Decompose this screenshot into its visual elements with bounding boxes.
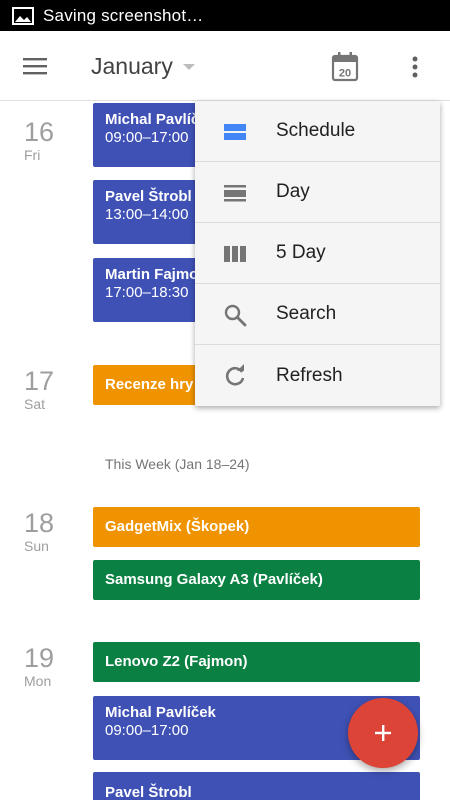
event-card[interactable]: Lenovo Z2 (Fajmon) xyxy=(93,642,420,682)
menu-item-search[interactable]: Search xyxy=(195,284,440,345)
day-label-16: 16 Fri xyxy=(24,117,54,163)
image-icon xyxy=(12,6,34,25)
day-of-week: Sat xyxy=(24,396,46,412)
add-event-button[interactable] xyxy=(348,698,418,768)
event-card[interactable]: GadgetMix (Škopek) xyxy=(93,507,420,547)
menu-item-label: Day xyxy=(276,181,310,202)
event-title: GadgetMix (Škopek) xyxy=(105,518,250,535)
day-number: 19 xyxy=(24,643,55,673)
event-title: Samsung Galaxy A3 (Pavlíček) xyxy=(105,571,323,588)
day-number: 16 xyxy=(24,117,55,147)
event-card[interactable]: Pavel Štrobl xyxy=(93,772,420,800)
day-of-week: Mon xyxy=(24,673,52,689)
calendar-screen: Saving screenshot… January 20 16 Fri Mic… xyxy=(0,0,450,800)
hamburger-menu-icon[interactable] xyxy=(14,47,56,85)
menu-item-day[interactable]: Day xyxy=(195,162,440,223)
five-day-view-icon xyxy=(223,242,247,266)
add-icon xyxy=(375,725,391,741)
schedule-icon xyxy=(223,120,247,144)
menu-item-label: Refresh xyxy=(276,364,343,386)
app-bar: January 20 xyxy=(0,31,450,101)
day-of-week: Sun xyxy=(24,538,49,554)
menu-item-label: Schedule xyxy=(276,120,356,141)
week-separator-label: This Week (Jan 18–24) xyxy=(105,456,250,472)
refresh-icon xyxy=(223,364,247,388)
day-view-icon xyxy=(223,181,247,205)
day-label-17: 17 Sat xyxy=(24,366,54,412)
menu-item-schedule[interactable]: Schedule xyxy=(195,101,440,162)
month-title: January xyxy=(91,53,173,79)
day-number: 18 xyxy=(24,508,55,538)
today-date-text: 20 xyxy=(339,68,351,80)
view-options-menu: Schedule Day 5 Day Search Refresh xyxy=(195,101,440,406)
dropdown-caret-icon xyxy=(182,63,195,70)
calendar-today-icon: 20 xyxy=(331,52,359,82)
event-title: Lenovo Z2 (Fajmon) xyxy=(105,653,248,670)
menu-item-5-day[interactable]: 5 Day xyxy=(195,223,440,284)
menu-item-label: 5 Day xyxy=(276,242,326,263)
event-card[interactable]: Samsung Galaxy A3 (Pavlíček) xyxy=(93,560,420,600)
day-number: 17 xyxy=(24,366,55,396)
day-label-19: 19 Mon xyxy=(24,643,54,689)
event-title: Pavel Štrobl xyxy=(105,784,192,800)
status-text: Saving screenshot… xyxy=(43,5,204,25)
day-label-18: 18 Sun xyxy=(24,508,54,554)
day-of-week: Fri xyxy=(24,147,41,163)
overflow-menu-icon[interactable] xyxy=(396,48,434,86)
search-icon xyxy=(223,303,247,327)
menu-item-refresh[interactable]: Refresh xyxy=(195,345,440,406)
menu-item-label: Search xyxy=(276,303,337,324)
status-bar: Saving screenshot… xyxy=(0,0,450,31)
month-selector[interactable]: January xyxy=(91,53,195,80)
today-button[interactable]: 20 xyxy=(326,48,364,86)
